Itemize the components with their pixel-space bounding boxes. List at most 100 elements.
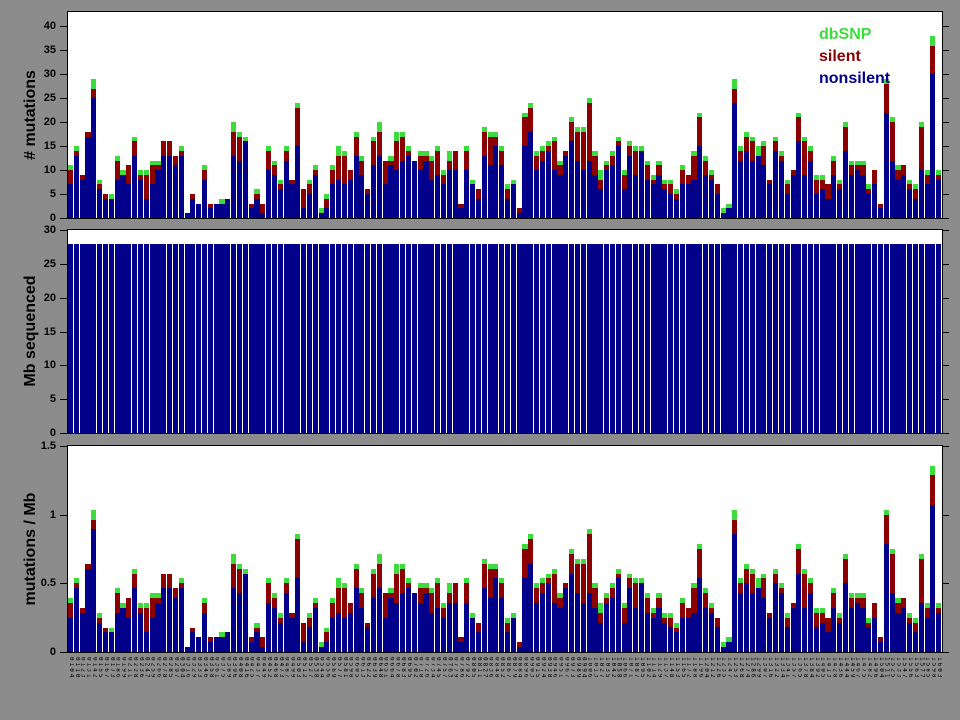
bar-segment-nonsilent bbox=[592, 608, 597, 652]
y-tick-label: 1 bbox=[12, 509, 56, 521]
bar-segment-dbSNP bbox=[756, 578, 761, 588]
bar-segment-nonsilent bbox=[732, 103, 737, 218]
bar bbox=[930, 446, 935, 652]
bar bbox=[674, 446, 679, 652]
bar-segment-nonsilent bbox=[272, 608, 277, 652]
bar-segment-nonsilent bbox=[622, 189, 627, 218]
bar-segment-nonsilent bbox=[616, 146, 621, 218]
bar-segment-nonsilent bbox=[528, 564, 533, 652]
bar-segment-silent bbox=[499, 583, 504, 598]
bar-segment-nonsilent bbox=[575, 161, 580, 218]
bar-segment-silent bbox=[488, 137, 493, 166]
bar bbox=[313, 446, 318, 652]
bar-segment-silent bbox=[348, 603, 353, 613]
bar bbox=[91, 12, 96, 218]
bar-segment-mb bbox=[371, 244, 376, 433]
bar bbox=[132, 12, 137, 218]
bar-segment-nonsilent bbox=[254, 199, 259, 218]
bar bbox=[656, 230, 661, 433]
bar-segment-dbSNP bbox=[231, 122, 236, 132]
bar-segment-nonsilent bbox=[278, 189, 283, 218]
legend-item-nonsilent: nonsilent bbox=[819, 68, 890, 90]
bar-segment-silent bbox=[750, 574, 755, 594]
bar bbox=[855, 230, 860, 433]
bar-segment-nonsilent bbox=[738, 161, 743, 218]
bar-segment-silent bbox=[552, 141, 557, 170]
bar-segment-nonsilent bbox=[482, 588, 487, 652]
bar-segment-mb bbox=[697, 244, 702, 433]
bar bbox=[767, 230, 772, 433]
bar-segment-nonsilent bbox=[627, 156, 632, 218]
bar bbox=[109, 446, 114, 652]
bar bbox=[907, 12, 912, 218]
bar bbox=[458, 12, 463, 218]
bar bbox=[517, 230, 522, 433]
bar-segment-nonsilent bbox=[557, 608, 562, 652]
bar-segment-nonsilent bbox=[534, 170, 539, 218]
bar-segment-mb bbox=[249, 244, 254, 433]
bar-segment-silent bbox=[860, 598, 865, 608]
bar bbox=[359, 446, 364, 652]
bar-segment-mb bbox=[785, 244, 790, 433]
bar bbox=[808, 230, 813, 433]
bar bbox=[214, 12, 219, 218]
bar-segment-nonsilent bbox=[569, 574, 574, 652]
bar bbox=[680, 230, 685, 433]
tick-left bbox=[60, 298, 67, 299]
bar-segment-silent bbox=[872, 603, 877, 618]
y-tick-label: 0 bbox=[12, 427, 56, 439]
bar bbox=[587, 446, 592, 652]
bar-segment-silent bbox=[371, 141, 376, 165]
bar bbox=[866, 230, 871, 433]
bar-segment-mb bbox=[721, 244, 726, 433]
bar-segment-mb bbox=[761, 244, 766, 433]
bar-segment-mb bbox=[639, 244, 644, 433]
bar-segment-mb bbox=[575, 244, 580, 433]
bar bbox=[732, 12, 737, 218]
bar-segment-nonsilent bbox=[738, 593, 743, 652]
bar bbox=[686, 446, 691, 652]
bar bbox=[761, 446, 766, 652]
bar-segment-silent bbox=[237, 569, 242, 594]
bar-segment-dbSNP bbox=[231, 554, 236, 564]
bar-segment-nonsilent bbox=[750, 593, 755, 652]
bar-segment-silent bbox=[691, 588, 696, 613]
bar bbox=[546, 446, 551, 652]
bar-segment-nonsilent bbox=[569, 141, 574, 218]
bar-segment-nonsilent bbox=[74, 156, 79, 218]
bar-segment-mb bbox=[214, 244, 219, 433]
bar-segment-nonsilent bbox=[511, 184, 516, 218]
bar-segment-nonsilent bbox=[674, 632, 679, 652]
bar bbox=[930, 12, 935, 218]
bar-segment-mb bbox=[336, 244, 341, 433]
bar bbox=[243, 446, 248, 652]
bar bbox=[144, 230, 149, 433]
bar bbox=[243, 230, 248, 433]
bar bbox=[418, 446, 423, 652]
bar bbox=[930, 230, 935, 433]
bar bbox=[715, 12, 720, 218]
bar-segment-nonsilent bbox=[97, 623, 102, 652]
bar bbox=[342, 446, 347, 652]
bar-segment-nonsilent bbox=[418, 603, 423, 652]
bar bbox=[138, 446, 143, 652]
bar bbox=[319, 230, 324, 433]
bar bbox=[744, 12, 749, 218]
bar-segment-nonsilent bbox=[645, 180, 650, 218]
bar bbox=[855, 446, 860, 652]
bar-segment-nonsilent bbox=[785, 627, 790, 652]
bar-segment-mb bbox=[91, 244, 96, 433]
bar-segment-mb bbox=[435, 244, 440, 433]
bar bbox=[190, 230, 195, 433]
bar-segment-nonsilent bbox=[470, 184, 475, 218]
tick-left bbox=[60, 122, 67, 123]
bar-segment-nonsilent bbox=[91, 98, 96, 218]
bar-segment-silent bbox=[697, 117, 702, 146]
bar bbox=[895, 446, 900, 652]
bar bbox=[493, 230, 498, 433]
bar-segment-nonsilent bbox=[237, 161, 242, 218]
bar-segment-dbSNP bbox=[732, 79, 737, 89]
bar-segment-silent bbox=[272, 165, 277, 175]
bar-segment-mb bbox=[913, 244, 918, 433]
bar-segment-nonsilent bbox=[581, 603, 586, 652]
